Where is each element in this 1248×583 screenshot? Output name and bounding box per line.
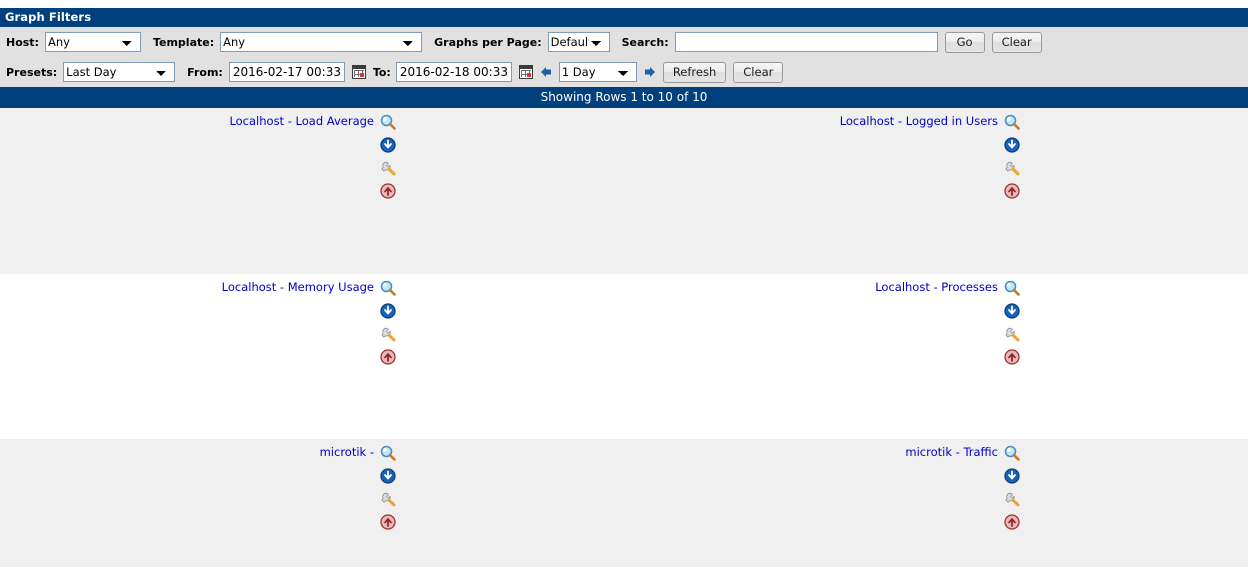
page-top-icon[interactable]: [380, 349, 396, 365]
arrow-left-icon[interactable]: [540, 65, 552, 79]
zoom-icon[interactable]: [380, 445, 396, 461]
zoom-icon[interactable]: [380, 280, 396, 296]
csv-export-icon[interactable]: [1004, 137, 1020, 153]
page-top-icon[interactable]: [380, 514, 396, 530]
graph-filters-panel: Host: Any Template: Any Graphs per Page:…: [0, 27, 1248, 87]
graph-properties-icon[interactable]: [380, 491, 396, 507]
clear-button[interactable]: Clear: [991, 31, 1042, 53]
zoom-icon[interactable]: [1004, 114, 1020, 130]
filter-row-timespan: Presets: Last Day From: To: 1 Day: [0, 57, 1248, 87]
page-top-icon[interactable]: [1004, 349, 1020, 365]
csv-export-icon[interactable]: [1004, 303, 1020, 319]
graph-title-link[interactable]: Localhost - Logged in Users: [840, 114, 998, 129]
host-label: Host:: [6, 35, 39, 49]
graph-cell: microtik -: [0, 439, 624, 567]
showing-rows-header: Showing Rows 1 to 10 of 10: [0, 87, 1248, 108]
calendar-icon[interactable]: [518, 65, 533, 79]
graph-cell: Localhost - Memory Usage: [0, 274, 624, 439]
search-label: Search:: [621, 35, 669, 49]
graph-grid: Localhost - Load Average Localhost - Log…: [0, 108, 1248, 567]
graph-title-link[interactable]: microtik - Traffic: [905, 445, 998, 460]
template-select[interactable]: Any: [220, 32, 423, 52]
graph-cell: Localhost - Logged in Users: [624, 108, 1248, 274]
graphs-per-page-select[interactable]: Default: [547, 32, 610, 52]
graph-filters-header: Graph Filters: [0, 8, 1248, 27]
template-label: Template:: [152, 35, 215, 49]
top-spacer: [0, 0, 1248, 8]
csv-export-icon[interactable]: [380, 303, 396, 319]
graph-title-link[interactable]: Localhost - Processes: [875, 280, 998, 295]
graph-cell: microtik - Traffic: [624, 439, 1248, 567]
graph-properties-icon[interactable]: [380, 326, 396, 342]
host-select[interactable]: Any: [44, 32, 141, 52]
graphs-per-page-label: Graphs per Page:: [434, 35, 542, 49]
page-top-icon[interactable]: [380, 183, 396, 199]
search-input[interactable]: [674, 32, 938, 52]
zoom-icon[interactable]: [380, 114, 396, 130]
graph-title-link[interactable]: Localhost - Memory Usage: [222, 280, 374, 295]
graph-properties-icon[interactable]: [380, 160, 396, 176]
arrow-right-icon[interactable]: [644, 65, 656, 79]
graph-row: Localhost - Memory Usage Localhost - Pro…: [0, 274, 1248, 439]
graph-cell: Localhost - Processes: [624, 274, 1248, 439]
page-top-icon[interactable]: [1004, 183, 1020, 199]
graph-action-icons: [1004, 114, 1020, 199]
zoom-icon[interactable]: [1004, 280, 1020, 296]
graph-cell: Localhost - Load Average: [0, 108, 624, 274]
zoom-icon[interactable]: [1004, 445, 1020, 461]
to-date-input[interactable]: [395, 62, 512, 82]
graph-properties-icon[interactable]: [1004, 491, 1020, 507]
from-date-input[interactable]: [228, 62, 345, 82]
csv-export-icon[interactable]: [380, 137, 396, 153]
from-label: From:: [187, 65, 223, 79]
clear-timespan-button[interactable]: Clear: [733, 61, 784, 83]
to-label: To:: [372, 65, 391, 79]
presets-select[interactable]: Last Day: [63, 62, 176, 82]
graph-action-icons: [380, 445, 396, 530]
graph-title-link[interactable]: Localhost - Load Average: [229, 114, 374, 129]
graph-action-icons: [380, 280, 396, 365]
graph-row: Localhost - Load Average Localhost - Log…: [0, 108, 1248, 274]
calendar-icon[interactable]: [351, 65, 366, 79]
graph-properties-icon[interactable]: [1004, 326, 1020, 342]
csv-export-icon[interactable]: [1004, 468, 1020, 484]
graph-action-icons: [380, 114, 396, 199]
go-button[interactable]: Go: [944, 31, 985, 53]
csv-export-icon[interactable]: [380, 468, 396, 484]
graph-row: microtik - microtik - Traffic: [0, 439, 1248, 567]
graph-action-icons: [1004, 280, 1020, 365]
graph-title-link[interactable]: microtik -: [320, 445, 374, 460]
graph-action-icons: [1004, 445, 1020, 530]
refresh-button[interactable]: Refresh: [662, 61, 727, 83]
graph-properties-icon[interactable]: [1004, 160, 1020, 176]
presets-label: Presets:: [6, 65, 58, 79]
page-top-icon[interactable]: [1004, 514, 1020, 530]
timespan-select[interactable]: 1 Day: [558, 62, 637, 82]
filter-row-primary: Host: Any Template: Any Graphs per Page:…: [0, 27, 1248, 57]
